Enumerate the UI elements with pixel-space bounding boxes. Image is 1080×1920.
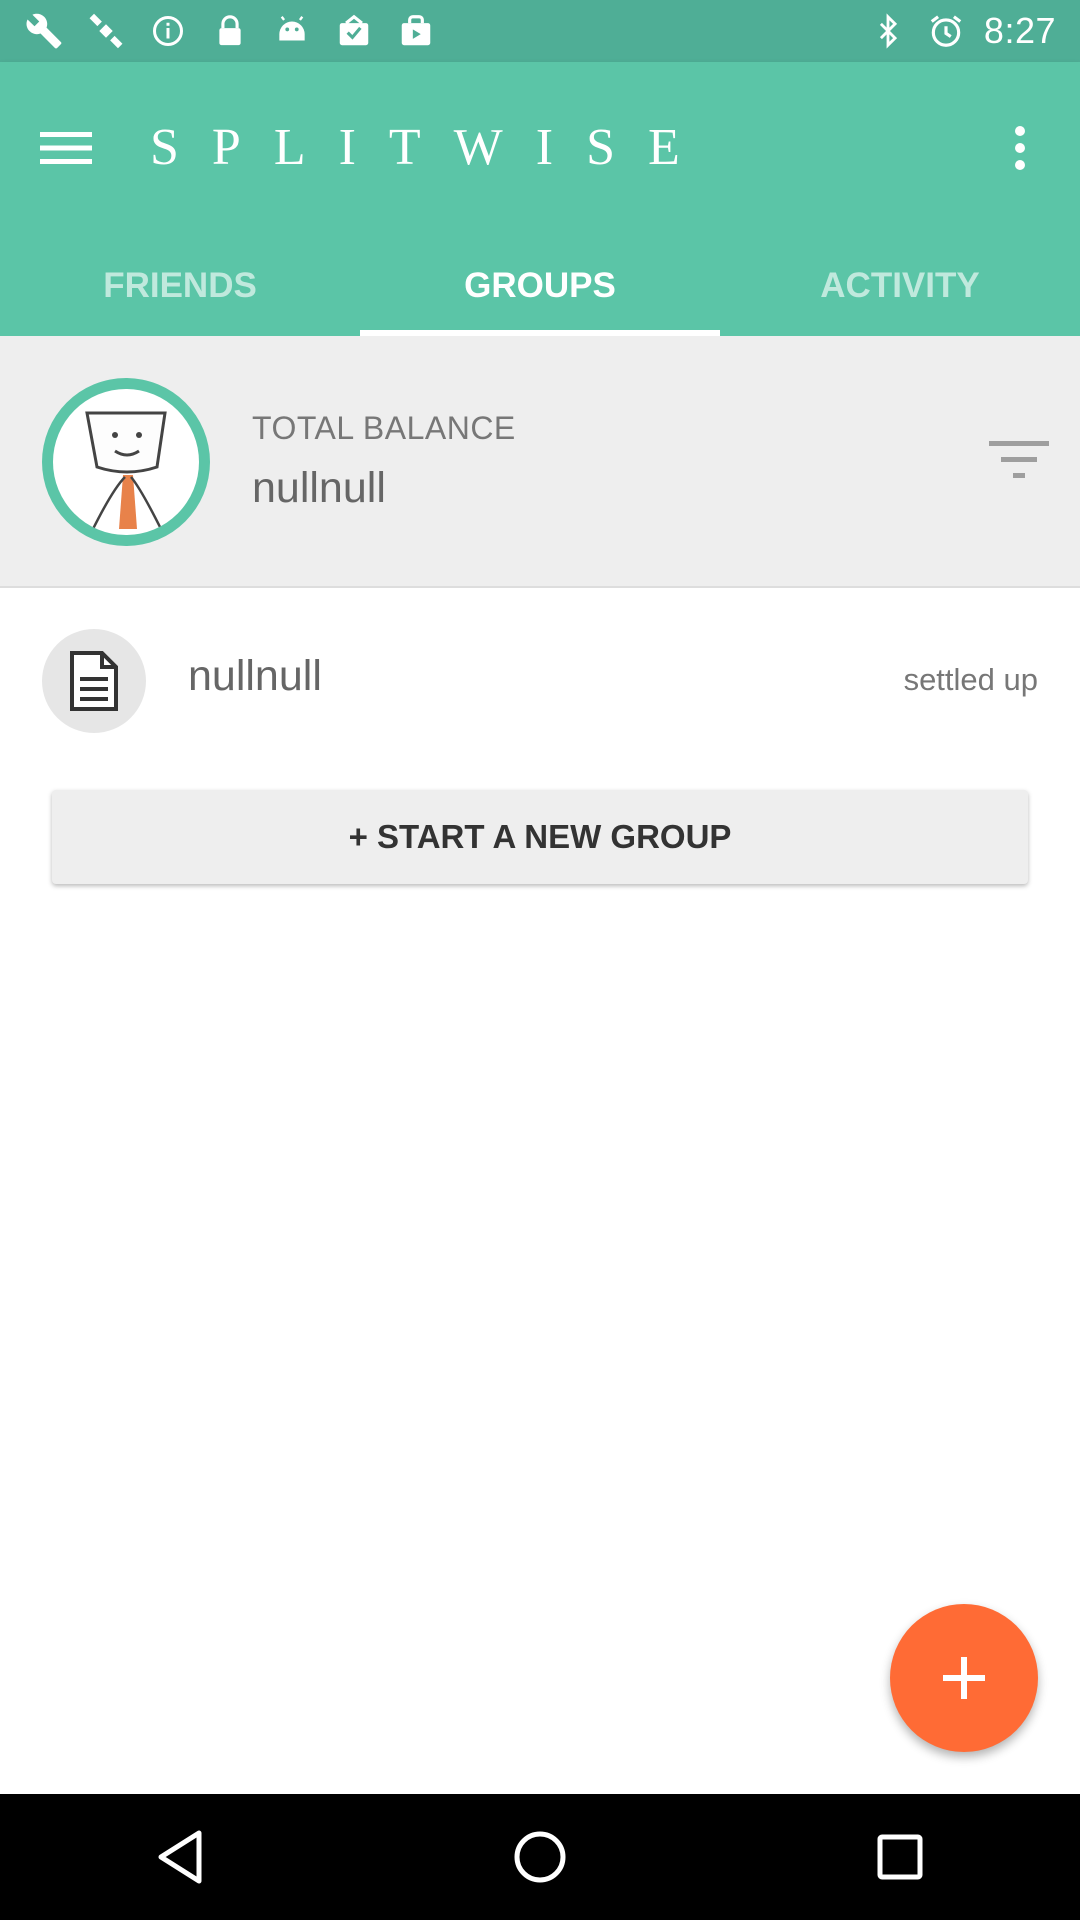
wrench-icon — [24, 11, 64, 51]
satellite-fake-gps-icon — [86, 11, 126, 51]
lock-icon — [210, 11, 250, 51]
clipboard-check-icon — [334, 11, 374, 51]
status-bar: 8:27 — [0, 0, 1080, 62]
app-title: SPLITWISE — [150, 119, 713, 176]
bluetooth-icon — [868, 11, 908, 51]
tab-friends[interactable]: FRIENDS — [0, 244, 360, 336]
android-icon — [272, 11, 312, 51]
back-icon — [158, 1830, 202, 1884]
group-balance-status: settled up — [903, 662, 1038, 697]
shopping-bag-icon — [396, 11, 436, 51]
total-balance-card: TOTAL BALANCE nullnull — [0, 336, 1080, 588]
avatar-image — [53, 389, 199, 535]
filter-icon — [989, 441, 1049, 478]
add-expense-button[interactable] — [890, 1604, 1038, 1752]
list-item[interactable]: nullnull settled up — [0, 614, 1080, 748]
home-button[interactable] — [360, 1794, 720, 1920]
document-icon — [70, 651, 118, 711]
status-bar-notifications — [24, 8, 436, 54]
overflow-menu-button[interactable] — [984, 112, 1056, 184]
menu-button[interactable] — [30, 112, 102, 184]
avatar[interactable] — [42, 378, 210, 546]
back-button[interactable] — [0, 1794, 360, 1920]
home-icon — [514, 1831, 566, 1883]
status-time: 8:27 — [983, 10, 1056, 51]
status-bar-system: 8:27 — [868, 8, 1056, 54]
hamburger-menu-icon — [40, 132, 92, 164]
plus-icon — [943, 1657, 985, 1699]
filter-button[interactable] — [988, 434, 1050, 486]
recents-icon — [877, 1834, 923, 1880]
total-balance-value: nullnull — [252, 464, 386, 512]
tab-activity[interactable]: ACTIVITY — [720, 244, 1080, 336]
navigation-bar — [0, 1794, 1080, 1920]
recents-button[interactable] — [720, 1794, 1080, 1920]
group-name: nullnull — [188, 652, 322, 700]
alarm-icon — [926, 11, 966, 51]
tab-groups[interactable]: GROUPS — [360, 244, 720, 336]
start-new-group-button[interactable]: + START A NEW GROUP — [52, 790, 1028, 884]
info-icon — [148, 11, 188, 51]
tab-bar: FRIENDS GROUPS ACTIVITY — [0, 244, 1080, 336]
total-balance-label: TOTAL BALANCE — [252, 410, 516, 446]
group-avatar — [42, 629, 146, 733]
more-vert-icon — [1015, 126, 1025, 170]
app-bar: SPLITWISE FRIENDS GROUPS ACTIVITY — [0, 62, 1080, 336]
